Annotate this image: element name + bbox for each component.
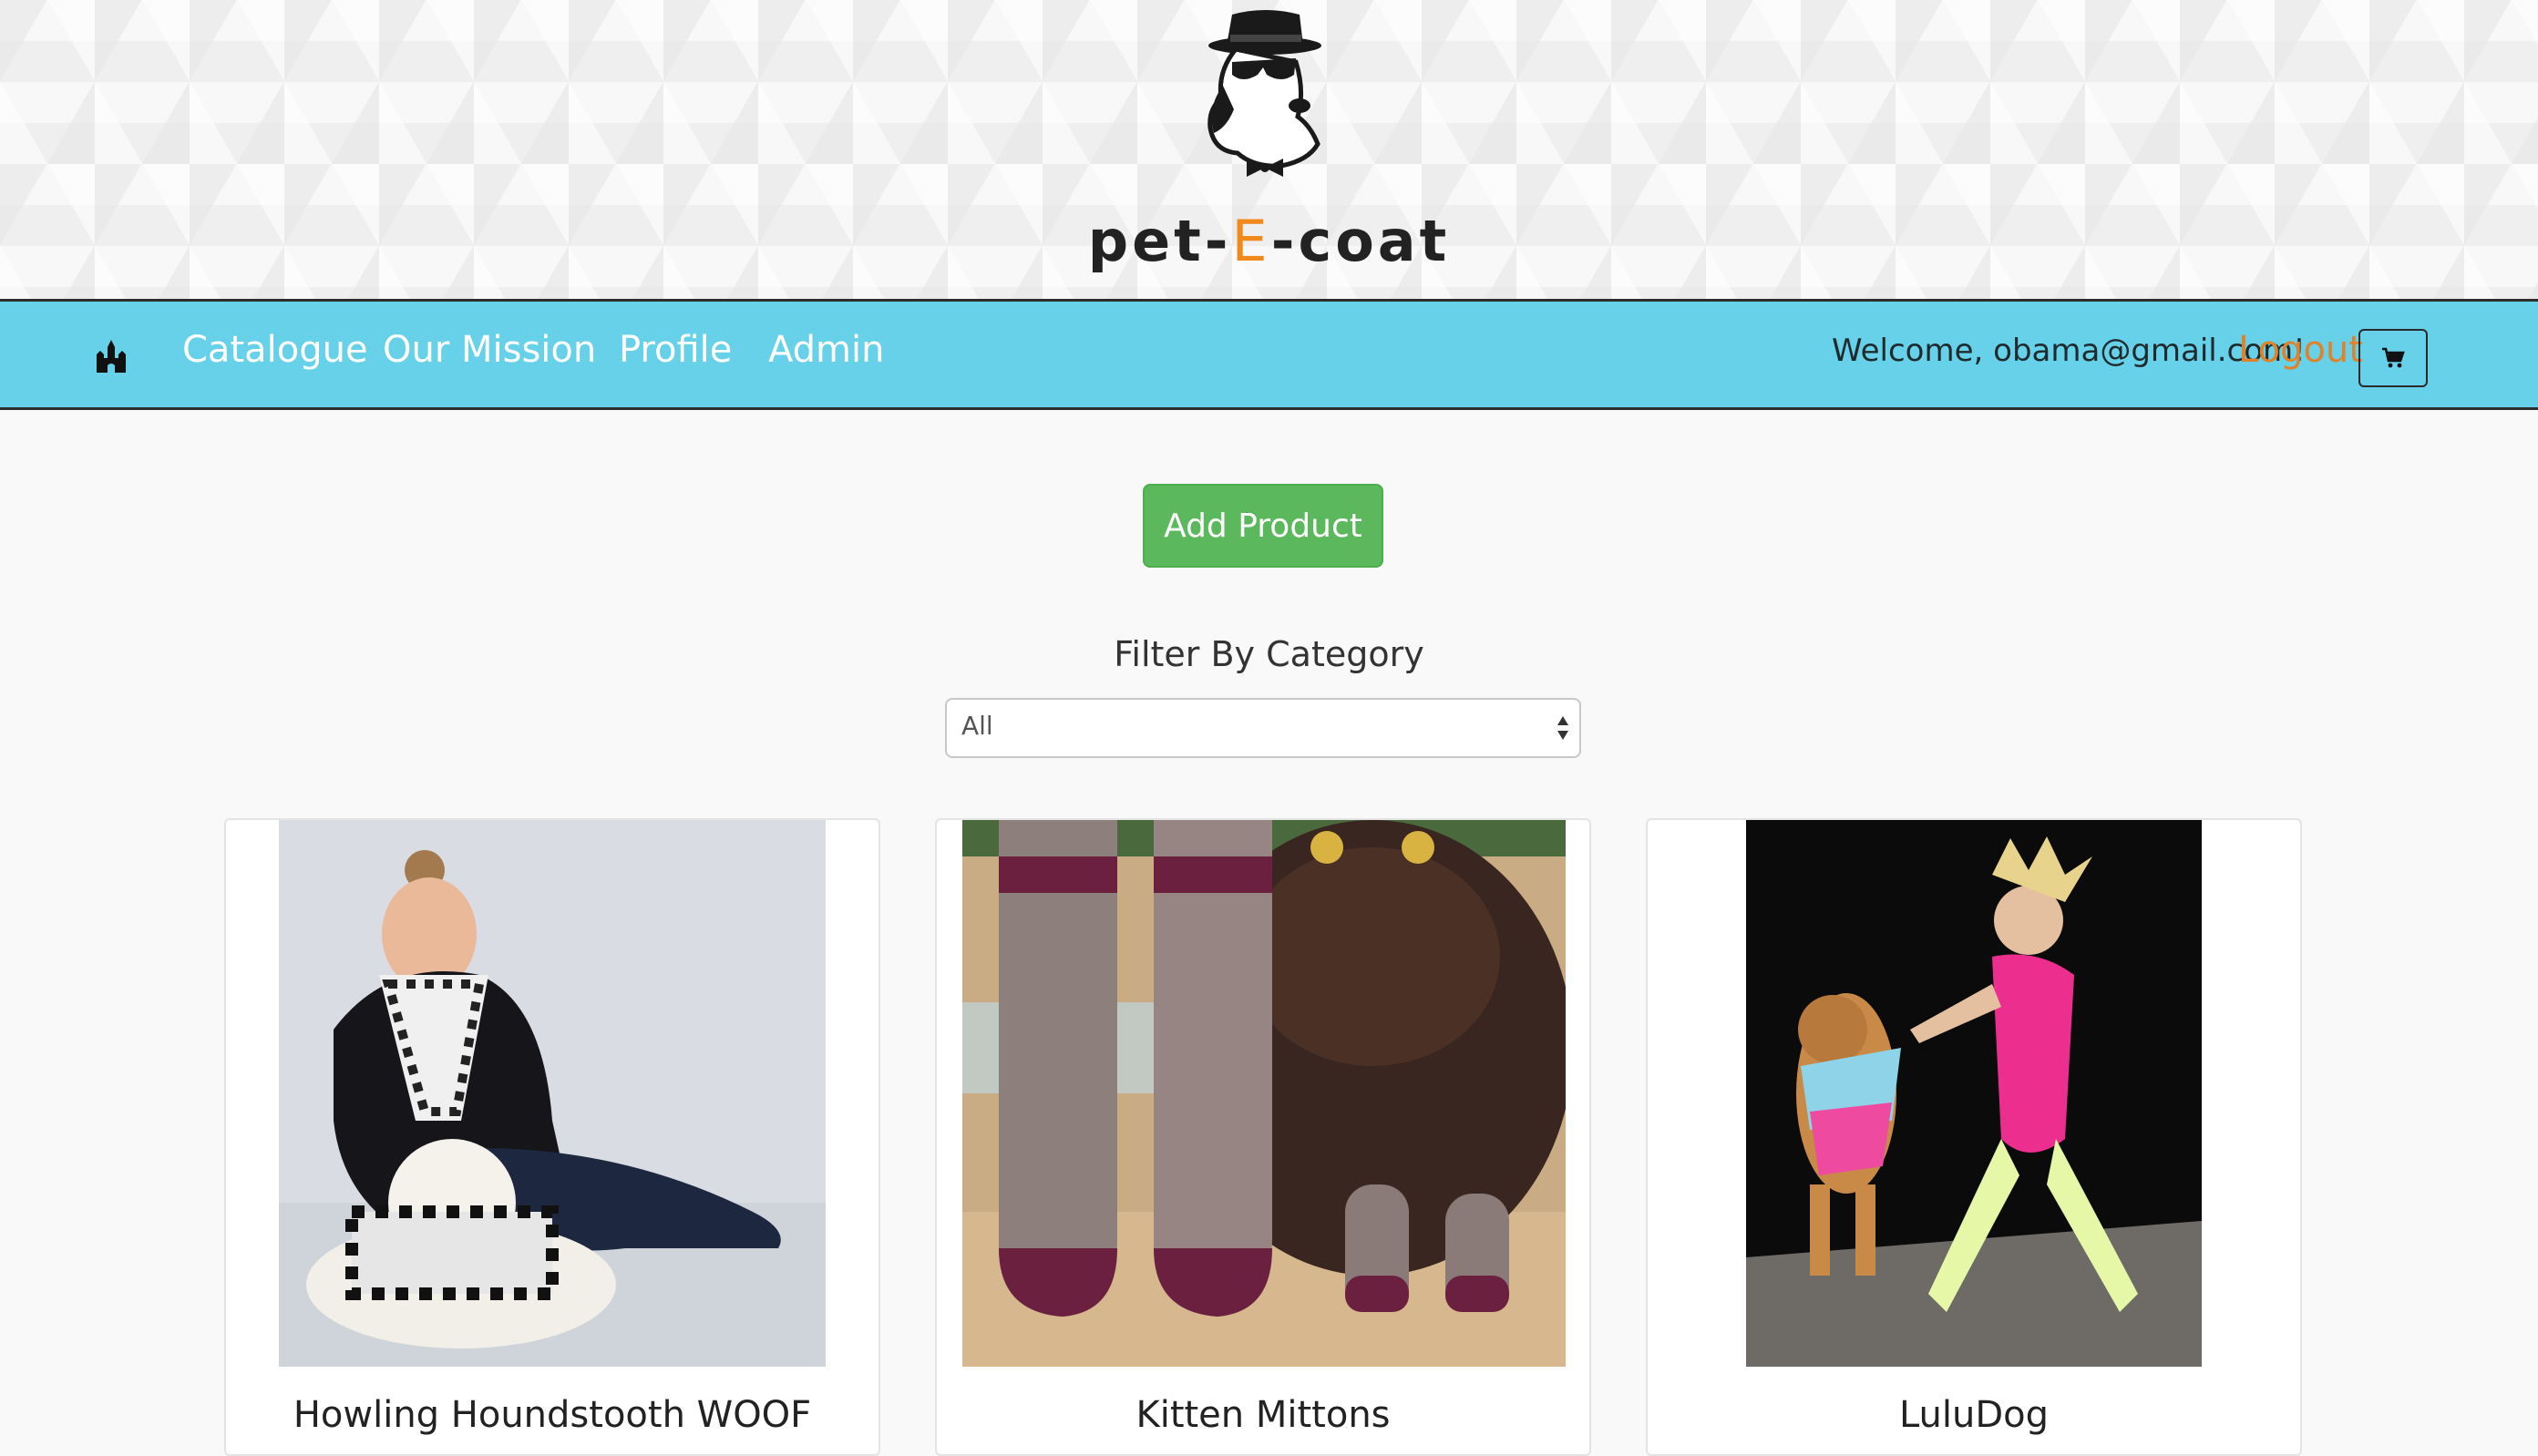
main-navbar: Catalogue Our Mission Profile Admin Welc…	[0, 299, 2538, 410]
welcome-message: Welcome, obama@gmail.com!	[1832, 333, 2306, 369]
nav-link-catalogue[interactable]: Catalogue	[182, 329, 368, 371]
nav-link-profile[interactable]: Profile	[619, 329, 732, 371]
nav-link-admin[interactable]: Admin	[768, 329, 884, 371]
brand-highlight: E	[1231, 208, 1271, 274]
select-arrows-icon	[1557, 716, 1568, 740]
category-filter-value: All	[961, 711, 993, 741]
product-card[interactable]: LuluDog	[1646, 818, 2302, 1456]
dog-logo-icon[interactable]	[1190, 7, 1336, 179]
cart-button[interactable]	[2358, 329, 2428, 387]
product-photo-cat-with-socks	[962, 820, 1566, 1367]
product-title[interactable]: Howling Houndstooth WOOF	[226, 1394, 879, 1436]
product-image[interactable]	[1746, 820, 2202, 1367]
shopping-cart-icon	[2382, 347, 2405, 368]
logout-link[interactable]: Logout	[2238, 329, 2363, 371]
product-image[interactable]	[962, 820, 1566, 1367]
product-card[interactable]: Howling Houndstooth WOOF	[224, 818, 880, 1456]
nav-link-our-mission[interactable]: Our Mission	[383, 329, 596, 371]
castle-home-icon[interactable]	[93, 338, 129, 374]
brand-suffix: -coat	[1270, 208, 1451, 274]
product-photo-woman-with-dog	[279, 820, 826, 1367]
brand-prefix: pet-	[1087, 208, 1232, 274]
product-image[interactable]	[279, 820, 826, 1367]
product-photo-dog-dancing	[1746, 820, 2202, 1367]
product-title[interactable]: LuluDog	[1648, 1394, 2300, 1436]
site-header: pet-E-coat	[0, 0, 2538, 299]
brand-wordmark[interactable]: pet-E-coat	[0, 208, 2538, 274]
filter-label: Filter By Category	[1114, 634, 1424, 674]
product-title[interactable]: Kitten Mittons	[937, 1394, 1589, 1436]
category-filter-select[interactable]: All	[945, 698, 1581, 758]
add-product-button[interactable]: Add Product	[1143, 484, 1383, 568]
product-card[interactable]: Kitten Mittons	[935, 818, 1591, 1456]
